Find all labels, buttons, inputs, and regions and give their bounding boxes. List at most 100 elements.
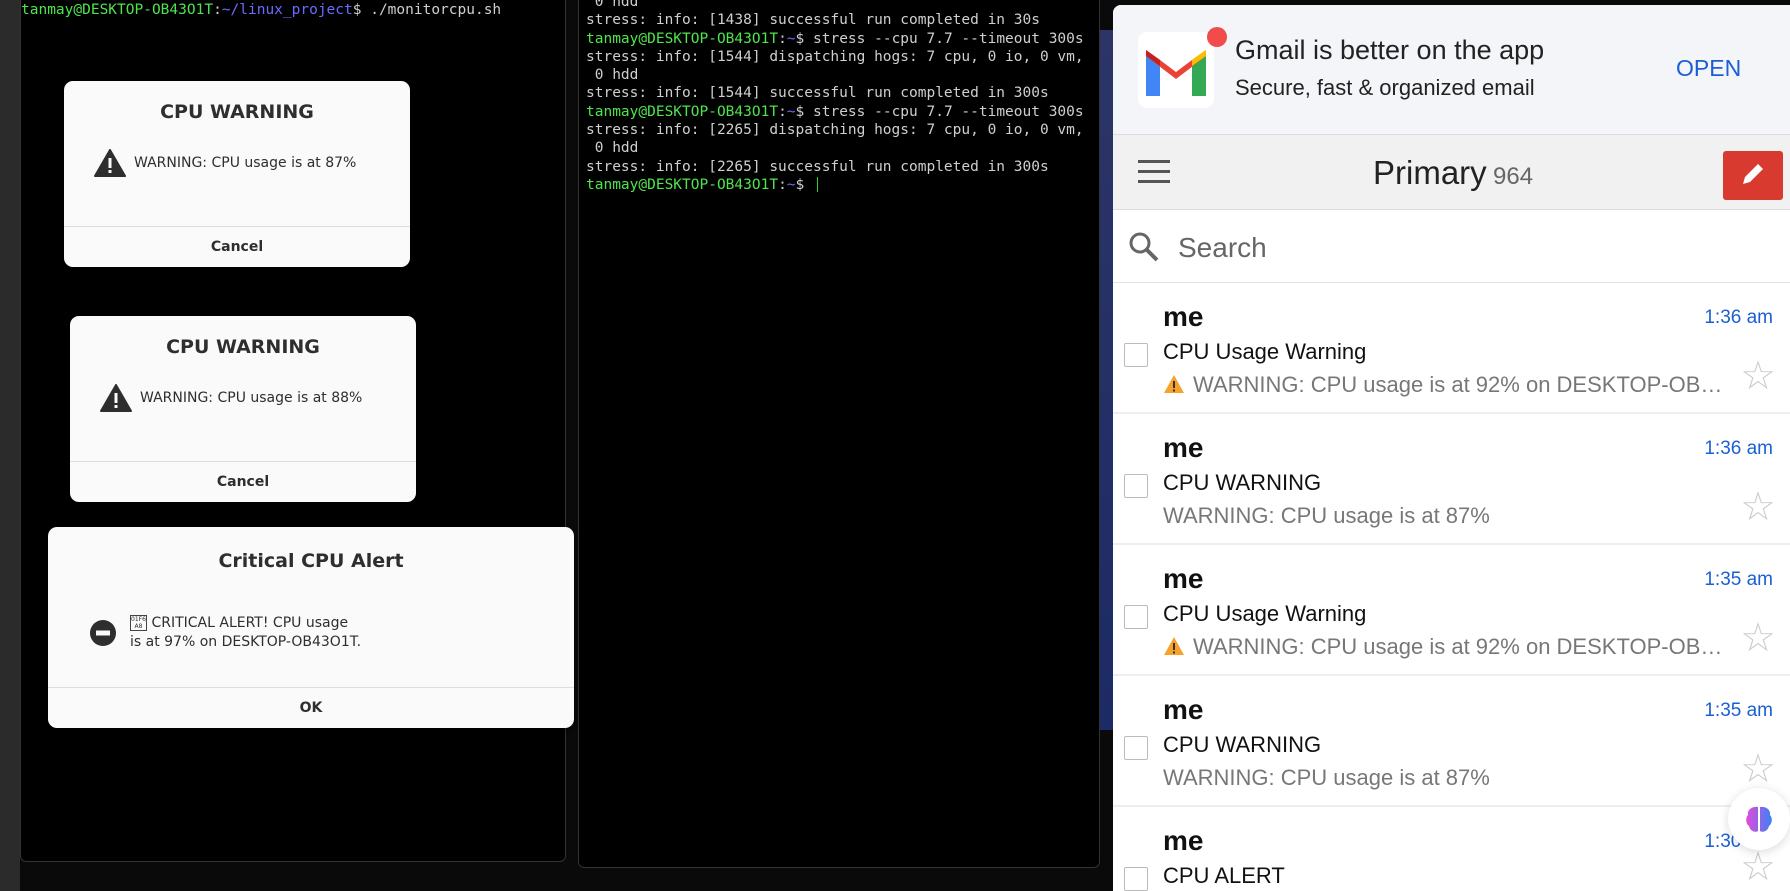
unread-count: 964 bbox=[1493, 163, 1534, 190]
email-time: 1:36 am bbox=[1704, 438, 1773, 459]
terminal-line: 0 hdd bbox=[586, 0, 639, 10]
email-subject: CPU Usage Warning bbox=[1163, 601, 1367, 626]
email-checkbox[interactable] bbox=[1124, 605, 1148, 629]
warning-icon bbox=[100, 384, 132, 412]
dialog-title: CPU WARNING bbox=[166, 336, 320, 358]
app-banner: Gmail is better on the app Secure, fast … bbox=[1113, 5, 1790, 135]
cursor bbox=[817, 177, 818, 193]
email-checkbox[interactable] bbox=[1124, 867, 1148, 891]
gmail-logo bbox=[1138, 32, 1214, 108]
dialog-message-line1: CRITICAL ALERT! CPU usage bbox=[151, 615, 349, 631]
terminal-line: stress: info: [1544] dispatching hogs: 7… bbox=[586, 48, 1084, 65]
pencil-icon bbox=[1743, 164, 1763, 184]
email-sender: me bbox=[1163, 563, 1204, 594]
banner-subtitle: Secure, fast & organized email bbox=[1235, 75, 1535, 100]
terminal-right[interactable]: 0 hdd stress: info: [1438] successful run… bbox=[578, 0, 1100, 868]
cancel-button[interactable]: Cancel bbox=[64, 226, 410, 267]
terminal-command: stress --cpu 7.7 --timeout 300s bbox=[813, 103, 1084, 120]
terminal-line: stress: info: [1544] successful run comp… bbox=[586, 85, 1049, 102]
email-subject: CPU WARNING bbox=[1163, 732, 1322, 757]
email-snippet: WARNING: CPU usage is at 92% on DESKTOP-… bbox=[1163, 372, 1722, 398]
warning-emoji-icon bbox=[1164, 375, 1184, 393]
email-checkbox[interactable] bbox=[1124, 474, 1148, 498]
terminal-command: stress --cpu 7.7 --timeout 300s bbox=[813, 30, 1084, 47]
prompt-path: ~ bbox=[786, 103, 796, 120]
prompt-user-host: tanmay@DESKTOP-OB43O1T bbox=[586, 30, 779, 47]
prompt-user-host: tanmay@DESKTOP-OB43O1T bbox=[21, 2, 214, 18]
warning-emoji-icon bbox=[1164, 637, 1184, 655]
email-subject: CPU WARNING bbox=[1163, 470, 1322, 495]
email-snippet-text: WARNING: CPU usage is at 92% on DESKTOP-… bbox=[1193, 372, 1723, 397]
error-icon bbox=[90, 620, 116, 646]
dialog-message: WARNING: CPU usage is at 87% bbox=[134, 155, 357, 171]
prompt-symbol: $ bbox=[352, 2, 362, 18]
notification-dot bbox=[1207, 27, 1227, 47]
critical-cpu-alert-dialog: Critical CPU Alert 01F6A8 CRITICAL ALERT… bbox=[48, 527, 574, 728]
terminal-line: 0 hdd bbox=[586, 140, 639, 157]
terminal-line: stress: info: [2265] successful run comp… bbox=[586, 158, 1049, 175]
email-snippet: WARNING: CPU usage is at 92% on DESKTOP-… bbox=[1163, 634, 1722, 660]
email-snippet-text: WARNING: CPU usage is at 87% bbox=[1163, 765, 1490, 790]
menu-icon[interactable] bbox=[1138, 160, 1170, 184]
search-icon bbox=[1129, 232, 1159, 262]
email-time: 1:35 am bbox=[1704, 700, 1773, 721]
assistant-button[interactable] bbox=[1728, 788, 1790, 850]
dialog-title: CPU WARNING bbox=[160, 101, 314, 123]
email-sender: me bbox=[1163, 301, 1204, 332]
prompt-path: ~ bbox=[786, 176, 796, 193]
email-snippet: WARNING: CPU usage is at 87% bbox=[1163, 503, 1490, 529]
desktop-wallpaper bbox=[1100, 30, 1113, 730]
email-checkbox[interactable] bbox=[1124, 736, 1148, 760]
banner-title: Gmail is better on the app bbox=[1235, 35, 1545, 65]
star-icon[interactable]: ☆ bbox=[1740, 618, 1776, 658]
warning-icon bbox=[94, 149, 126, 177]
email-subject: CPU Usage Warning bbox=[1163, 339, 1367, 364]
email-snippet-text: WARNING: CPU usage is at 92% on DESKTOP-… bbox=[1193, 634, 1723, 659]
terminal-line: 0 hdd bbox=[586, 67, 639, 84]
star-icon[interactable]: ☆ bbox=[1740, 356, 1776, 396]
email-sender: me bbox=[1163, 694, 1204, 725]
desktop-edge bbox=[0, 0, 20, 891]
star-icon[interactable]: ☆ bbox=[1740, 749, 1776, 789]
star-icon[interactable]: ☆ bbox=[1740, 487, 1776, 527]
terminal-command: ./monitorcpu.sh bbox=[370, 2, 502, 18]
toolbar: Primary 964 bbox=[1113, 135, 1790, 210]
prompt-user-host: tanmay@DESKTOP-OB43O1T bbox=[586, 176, 779, 193]
email-row[interactable]: me 1:36 am CPU Usage Warning WARNING: CPU u… bbox=[1113, 283, 1790, 414]
dialog-message-line2: is at 97% on DESKTOP-OB43O1T. bbox=[130, 634, 362, 650]
cpu-warning-dialog: CPU WARNING WARNING: CPU usage is at 87%… bbox=[64, 81, 410, 267]
brain-icon bbox=[1746, 806, 1772, 832]
email-time: 1:35 am bbox=[1704, 569, 1773, 590]
terminal-line: stress: info: [2265] dispatching hogs: 7… bbox=[586, 122, 1084, 139]
prompt-path: ~/linux_project bbox=[221, 2, 353, 18]
search-input[interactable]: Search bbox=[1178, 232, 1267, 264]
email-sender: me bbox=[1163, 432, 1204, 463]
cancel-button[interactable]: Cancel bbox=[70, 461, 416, 502]
dialog-message: WARNING: CPU usage is at 88% bbox=[140, 390, 363, 406]
email-row[interactable]: me 1:35 am CPU Usage Warning WARNING: CPU u… bbox=[1113, 545, 1790, 676]
prompt-user-host: tanmay@DESKTOP-OB43O1T bbox=[586, 103, 779, 120]
star-icon[interactable]: ☆ bbox=[1740, 847, 1776, 887]
terminal-line: tanmay@DESKTOP-OB43O1T:~$ bbox=[586, 176, 1099, 194]
gmail-window: Gmail is better on the app Secure, fast … bbox=[1113, 5, 1790, 891]
terminal-line: tanmay@DESKTOP-OB43O1T:~$ stress --cpu 7… bbox=[586, 103, 1084, 120]
email-row[interactable]: me 1:36 am CPU WARNING WARNING: CPU usage i… bbox=[1113, 414, 1790, 545]
email-row[interactable]: me 1:35 am CPU WARNING WARNING: CPU usage i… bbox=[1113, 676, 1790, 807]
email-row[interactable]: me1:30 amCPU ALERT☆ bbox=[1113, 807, 1790, 891]
folder-label: Primary bbox=[1373, 154, 1487, 191]
ok-button[interactable]: OK bbox=[48, 687, 574, 728]
email-time: 1:36 am bbox=[1704, 307, 1773, 328]
compose-button[interactable] bbox=[1723, 151, 1783, 200]
search-bar[interactable]: Search bbox=[1113, 210, 1790, 283]
missing-glyph-icon: 01F6A8 bbox=[130, 615, 147, 631]
email-snippet: WARNING: CPU usage is at 87% bbox=[1163, 765, 1490, 791]
terminal-line: tanmay@DESKTOP-OB43O1T:~$ stress --cpu 7… bbox=[586, 30, 1084, 47]
prompt-path: ~ bbox=[786, 30, 796, 47]
cpu-warning-dialog: CPU WARNING WARNING: CPU usage is at 88%… bbox=[70, 316, 416, 502]
terminal-line: stress: info: [1438] successful run comp… bbox=[586, 12, 1040, 29]
email-subject: CPU ALERT bbox=[1163, 863, 1285, 888]
dialog-title: Critical CPU Alert bbox=[218, 550, 404, 572]
email-checkbox[interactable] bbox=[1124, 343, 1148, 367]
open-app-button[interactable]: OPEN bbox=[1676, 55, 1741, 82]
email-snippet-text: WARNING: CPU usage is at 87% bbox=[1163, 503, 1490, 528]
